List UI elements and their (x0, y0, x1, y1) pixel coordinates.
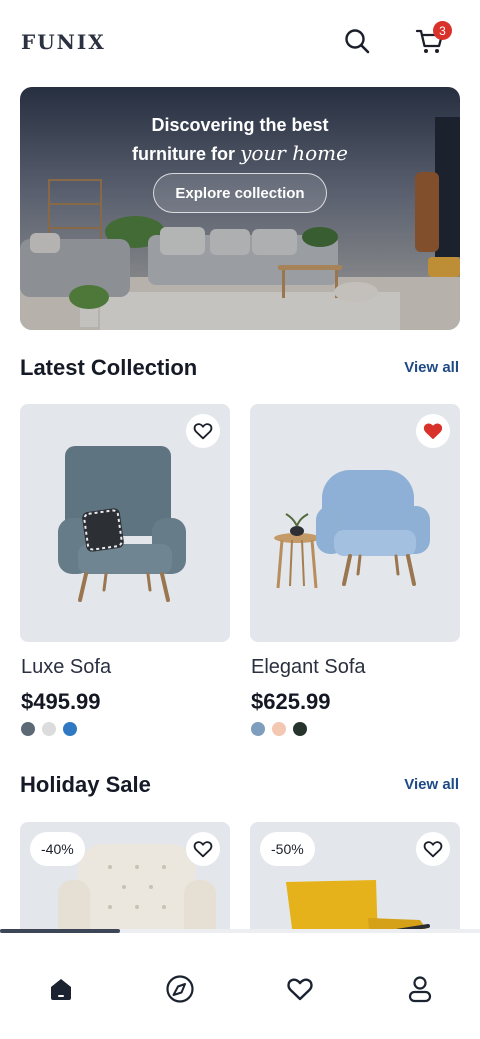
heart-filled-icon (423, 423, 443, 440)
search-button[interactable] (340, 24, 374, 58)
latest-collection-header: Latest Collection View all (20, 355, 460, 385)
product-name[interactable]: Luxe Sofa (21, 656, 111, 679)
cart-button[interactable]: 3 (413, 21, 452, 58)
product-card-image[interactable] (20, 404, 230, 642)
color-swatch[interactable] (293, 722, 307, 736)
nav-explore[interactable] (160, 969, 200, 1009)
latest-view-all-link[interactable]: View all (404, 359, 459, 376)
heart-outline-icon (193, 423, 213, 440)
holiday-sale-title: Holiday Sale (20, 772, 151, 797)
product-name[interactable]: Elegant Sofa (251, 656, 366, 679)
hero-banner[interactable]: Discovering the best furniture for your … (20, 87, 460, 330)
nav-home[interactable] (41, 969, 81, 1009)
favorite-button[interactable] (186, 414, 220, 448)
nav-favorites[interactable] (280, 969, 320, 1009)
hero-line-2-script: your home (240, 141, 348, 165)
hero-line-2-plain: furniture for (132, 144, 236, 164)
holiday-view-all-link[interactable]: View all (404, 776, 459, 793)
bottom-navigation (0, 933, 480, 1039)
explore-icon (166, 975, 194, 1003)
color-swatches (251, 722, 307, 736)
color-swatch[interactable] (272, 722, 286, 736)
product-price: $625.99 (251, 689, 331, 714)
holiday-sale-header: Holiday Sale View all (20, 772, 460, 802)
cart-count-badge: 3 (433, 21, 452, 40)
hero-line-2: furniture for your home (20, 139, 460, 168)
home-icon (51, 979, 71, 1000)
color-swatches (21, 722, 77, 736)
nav-profile[interactable] (400, 969, 440, 1009)
discount-badge: -40% (30, 832, 85, 866)
color-swatch[interactable] (251, 722, 265, 736)
hero-line-1: Discovering the best (151, 115, 329, 135)
color-swatch[interactable] (21, 722, 35, 736)
product-price: $495.99 (21, 689, 101, 714)
heart-outline-icon (193, 841, 213, 858)
explore-collection-button[interactable]: Explore collection (153, 173, 327, 213)
discount-badge: -50% (260, 832, 315, 866)
favorites-icon (287, 978, 313, 1001)
brand-logo[interactable]: FUNIX (21, 30, 106, 54)
app-header: FUNIX 3 (0, 0, 480, 84)
color-swatch[interactable] (42, 722, 56, 736)
product-card-image[interactable] (250, 404, 460, 642)
hero-headline: Discovering the best furniture for your … (20, 111, 460, 168)
color-swatch[interactable] (63, 722, 77, 736)
search-icon (345, 29, 370, 54)
latest-collection-title: Latest Collection (20, 355, 198, 380)
favorite-button[interactable] (416, 414, 450, 448)
favorite-button[interactable] (186, 832, 220, 866)
favorite-button[interactable] (416, 832, 450, 866)
profile-icon (408, 976, 432, 1003)
heart-outline-icon (423, 841, 443, 858)
